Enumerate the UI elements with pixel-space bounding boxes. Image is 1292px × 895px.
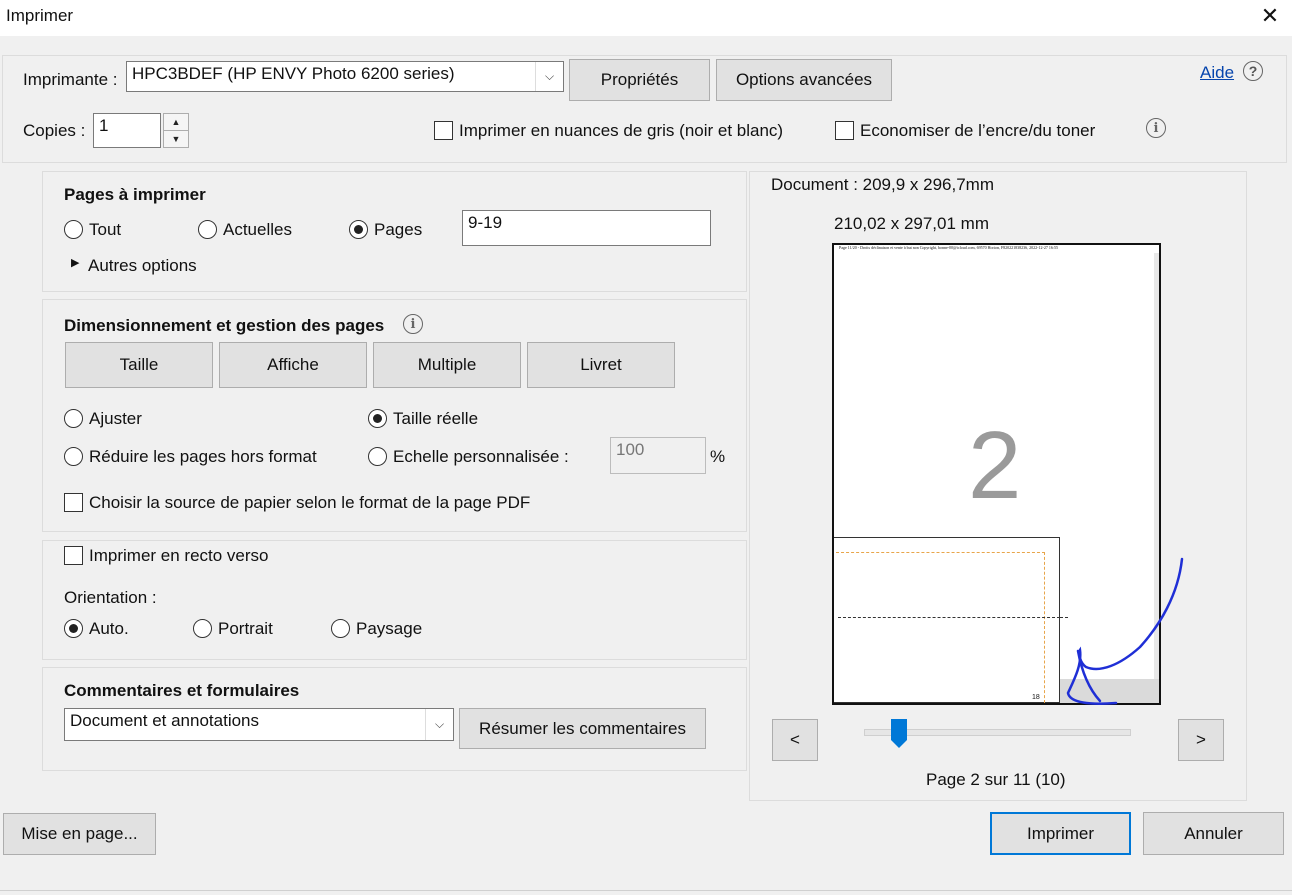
page-range-input[interactable]: 9-19	[462, 210, 711, 246]
comments-section-title: Commentaires et formulaires	[64, 681, 300, 700]
pages-all-radio[interactable]	[64, 220, 83, 239]
orientation-auto-radio[interactable]	[64, 619, 83, 638]
orientation-landscape-radio[interactable]	[331, 619, 350, 638]
document-size: Document : 209,9 x 296,7mm	[771, 175, 995, 194]
shrink-radio[interactable]	[64, 447, 83, 466]
properties-button[interactable]: Propriétés	[569, 59, 710, 101]
summarize-comments-button[interactable]: Résumer les commentaires	[459, 708, 706, 749]
paper-source-checkbox[interactable]	[64, 493, 83, 512]
actual-size-label: Taille réelle	[393, 409, 479, 428]
more-options-toggle[interactable]: Autres options	[88, 256, 197, 276]
page-setup-button[interactable]: Mise en page...	[3, 813, 156, 855]
help-icon[interactable]: ?	[1243, 61, 1263, 81]
chevron-down-icon: ⌵	[425, 709, 453, 740]
tab-multiple[interactable]: Multiple	[373, 342, 521, 388]
next-page-button[interactable]: >	[1178, 719, 1224, 761]
preview-dashdot-line	[838, 617, 1060, 618]
pages-current-label: Actuelles	[223, 220, 292, 239]
close-icon[interactable]: ✕	[1258, 2, 1282, 30]
preview-footer-number: 18	[1032, 694, 1040, 701]
handwritten-annotation	[1066, 557, 1184, 705]
save-ink-checkbox[interactable]	[835, 121, 854, 140]
actual-size-radio[interactable]	[368, 409, 387, 428]
pages-range-radio[interactable]	[349, 220, 368, 239]
tab-booklet[interactable]: Livret	[527, 342, 675, 388]
tab-poster[interactable]: Affiche	[219, 342, 367, 388]
pages-current-radio[interactable]	[198, 220, 217, 239]
duplex-checkbox[interactable]	[64, 546, 83, 565]
print-button[interactable]: Imprimer	[990, 812, 1131, 855]
percent-label: %	[710, 447, 726, 466]
fit-radio[interactable]	[64, 409, 83, 428]
sizing-section-title: Dimensionnement et gestion des pages	[64, 316, 385, 335]
orientation-label: Orientation :	[64, 588, 157, 607]
title-bar	[0, 0, 1292, 36]
scale-input[interactable]: 100	[610, 437, 706, 474]
preview-header-text: Page 11/20 - Droits déclinaison et vente…	[839, 245, 1058, 250]
advanced-options-button[interactable]: Options avancées	[716, 59, 892, 101]
save-ink-label: Economiser de l’encre/du toner	[860, 121, 1096, 140]
caret-right-icon[interactable]: ▶	[71, 256, 79, 269]
orientation-auto-label: Auto.	[89, 619, 129, 638]
pages-section-title: Pages à imprimer	[64, 185, 206, 204]
printer-select[interactable]: HPC3BDEF (HP ENVY Photo 6200 series) ⌵	[126, 61, 564, 92]
paper-size: 210,02 x 297,01 mm	[834, 214, 989, 233]
custom-scale-radio[interactable]	[368, 447, 387, 466]
shrink-label: Réduire les pages hors format	[89, 447, 317, 466]
fit-label: Ajuster	[89, 409, 142, 428]
comments-select-value: Document et annotations	[70, 711, 260, 730]
orientation-portrait-radio[interactable]	[193, 619, 212, 638]
duplex-label: Imprimer en recto verso	[89, 546, 269, 565]
printer-select-value: HPC3BDEF (HP ENVY Photo 6200 series)	[132, 64, 455, 83]
sizing-info-icon[interactable]: i	[403, 314, 423, 334]
page-slider-thumb[interactable]	[890, 719, 907, 748]
preview-orange-dash	[836, 552, 1045, 703]
paper-source-label: Choisir la source de papier selon le for…	[89, 493, 531, 512]
comments-select[interactable]: Document et annotations ⌵	[64, 708, 454, 741]
copies-input[interactable]: 1	[93, 113, 161, 148]
printer-label: Imprimante :	[23, 70, 118, 89]
pages-range-label: Pages	[374, 220, 423, 239]
help-link[interactable]: Aide	[1200, 63, 1234, 83]
chevron-down-icon: ⌵	[535, 62, 563, 91]
copies-stepper[interactable]: ▲ ▼	[163, 113, 189, 148]
stepper-up-icon[interactable]: ▲	[164, 114, 188, 130]
pages-all-label: Tout	[89, 220, 122, 239]
cancel-button[interactable]: Annuler	[1143, 812, 1284, 855]
grayscale-label: Imprimer en nuances de gris (noir et bla…	[459, 121, 784, 140]
grayscale-checkbox[interactable]	[434, 121, 453, 140]
prev-page-button[interactable]: <	[772, 719, 818, 761]
window-title: Imprimer	[6, 6, 74, 25]
page-status: Page 2 sur 11 (10)	[926, 770, 1066, 789]
bottom-divider	[0, 890, 1292, 891]
orientation-portrait-label: Portrait	[218, 619, 273, 638]
orientation-landscape-label: Paysage	[356, 619, 423, 638]
preview-page-number: 2	[968, 412, 1022, 519]
tab-size[interactable]: Taille	[65, 342, 213, 388]
custom-scale-label: Echelle personnalisée :	[393, 447, 569, 466]
info-icon[interactable]: i	[1146, 118, 1166, 138]
stepper-down-icon[interactable]: ▼	[164, 130, 188, 147]
copies-label: Copies :	[23, 121, 86, 140]
